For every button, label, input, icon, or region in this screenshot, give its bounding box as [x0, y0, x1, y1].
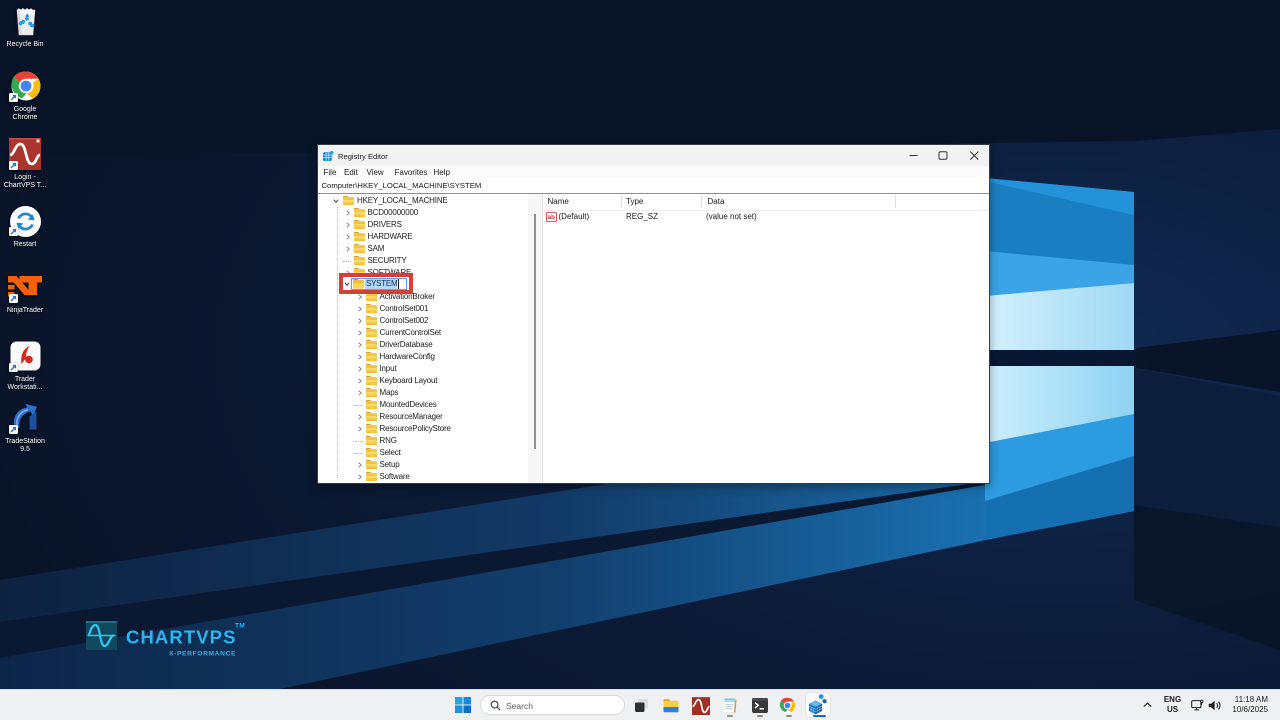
svg-text:CHARTVPS: CHARTVPS — [126, 627, 237, 648]
svg-text:TM: TM — [235, 623, 245, 630]
svg-text:X-PERFORMANCE: X-PERFORMANCE — [169, 651, 236, 658]
svg-text:ab: ab — [547, 214, 555, 221]
